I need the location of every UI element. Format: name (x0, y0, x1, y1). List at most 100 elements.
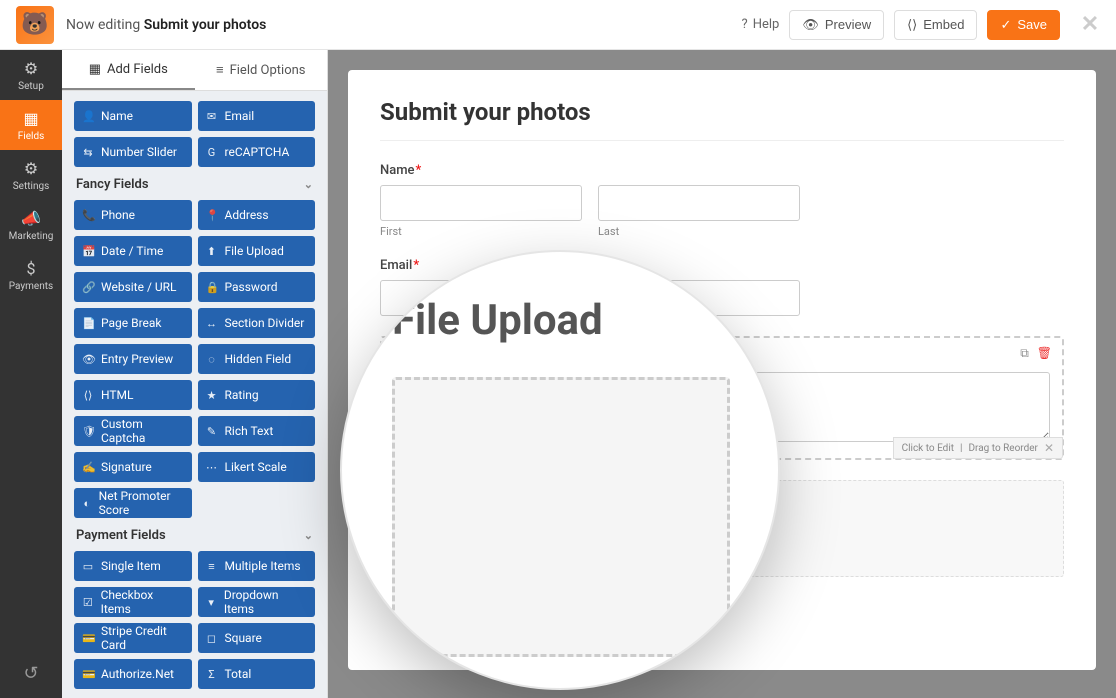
field-website-url[interactable]: 🔗Website / URL (74, 272, 192, 302)
chevron-down-icon: ⌄ (304, 178, 313, 191)
field-multiple-items[interactable]: ≡Multiple Items (198, 551, 316, 581)
section-payment[interactable]: Payment Fields⌄ (74, 518, 315, 551)
section-fancy[interactable]: Fancy Fields⌄ (74, 167, 315, 200)
field-recaptcha[interactable]: GreCAPTCHA (198, 137, 316, 167)
field-file-upload[interactable]: ⬆File Upload (198, 236, 316, 266)
item-icon: ▭ (82, 560, 94, 573)
pin-icon: 📍 (206, 209, 218, 222)
field-rich-text[interactable]: ✎Rich Text (198, 416, 316, 446)
nav-payments[interactable]: $ Payments (0, 250, 62, 300)
tab-add-fields[interactable]: ▦ Add Fields (62, 50, 195, 90)
field-authorize[interactable]: 💳Authorize.Net (74, 659, 192, 689)
square-icon: ◻ (206, 632, 218, 645)
nav-settings[interactable]: ⚙ Settings (0, 150, 62, 200)
lock-icon: 🔒 (206, 281, 218, 294)
field-number-slider[interactable]: ⇆Number Slider (74, 137, 192, 167)
nav-setup[interactable]: ⚙ Setup (0, 50, 62, 100)
field-square[interactable]: ◻Square (198, 623, 316, 653)
last-name-input[interactable] (598, 185, 800, 221)
mail-icon: ✉ (206, 110, 218, 123)
field-section-divider[interactable]: ↔Section Divider (198, 308, 316, 338)
total-icon: Σ (206, 668, 218, 681)
nav-fields[interactable]: ▦ Fields (0, 100, 62, 150)
field-page-break[interactable]: 📄Page Break (74, 308, 192, 338)
field-single-item[interactable]: ▭Single Item (74, 551, 192, 581)
list-icon: ≡ (206, 560, 218, 573)
eye-icon: 👁 (802, 17, 819, 33)
pen-icon: ✍ (82, 461, 94, 474)
sliders-icon: ≡ (216, 62, 224, 78)
gear-icon: ⚙ (24, 59, 38, 78)
upload-icon: ⬆ (206, 245, 218, 258)
card-icon: 💳 (82, 632, 94, 645)
sliders-icon: ⚙ (24, 159, 38, 178)
field-entry-preview[interactable]: 👁Entry Preview (74, 344, 192, 374)
field-custom-captcha[interactable]: 🛡Custom Captcha (74, 416, 192, 446)
hint-close-icon[interactable]: ✕ (1044, 441, 1054, 455)
nav-marketing[interactable]: 📣 Marketing (0, 200, 62, 250)
magnifier-title: File Upload (392, 296, 730, 345)
tab-field-options[interactable]: ≡ Field Options (195, 50, 328, 90)
field-block-name[interactable]: Name* First Last (380, 163, 1064, 238)
chevron-down-icon: ⌄ (304, 529, 313, 542)
nav-rail: ⚙ Setup ▦ Fields ⚙ Settings 📣 Marketing … (0, 50, 62, 698)
field-dropdown-items[interactable]: ▾Dropdown Items (198, 587, 316, 617)
field-signature[interactable]: ✍Signature (74, 452, 192, 482)
field-rating[interactable]: ★Rating (198, 380, 316, 410)
user-icon: 👤 (82, 110, 94, 123)
field-password[interactable]: 🔒Password (198, 272, 316, 302)
megaphone-icon: 📣 (21, 209, 41, 228)
field-stripe[interactable]: 💳Stripe Credit Card (74, 623, 192, 653)
check-icon: ✓ (1000, 17, 1011, 33)
card-icon: 💳 (82, 668, 94, 681)
embed-button[interactable]: ⟨⟩ Embed (894, 10, 977, 40)
grid-icon: ▦ (89, 62, 101, 77)
field-total[interactable]: ΣTotal (198, 659, 316, 689)
first-name-input[interactable] (380, 185, 582, 221)
grid-icon: ▦ (23, 109, 38, 128)
hidden-icon: ◌ (206, 353, 218, 366)
dollar-icon: $ (27, 259, 36, 278)
magnifier-overlay: File Upload (340, 250, 780, 690)
eye-icon: 👁 (82, 353, 94, 366)
edit-icon: ✎ (206, 425, 218, 438)
field-nps[interactable]: ◐Net Promoter Score (74, 488, 192, 518)
recaptcha-icon: G (206, 146, 218, 159)
link-icon: 🔗 (82, 281, 94, 294)
code-icon: ⟨⟩ (907, 17, 917, 33)
calendar-icon: 📅 (82, 245, 94, 258)
divider-icon: ↔ (206, 317, 218, 330)
form-title: Submit your photos (380, 98, 1064, 141)
field-phone[interactable]: 📞Phone (74, 200, 192, 230)
fields-sidebar: ▦ Add Fields ≡ Field Options 👤Name ✉Emai… (62, 50, 328, 698)
field-date-time[interactable]: 📅Date / Time (74, 236, 192, 266)
help-link[interactable]: ? Help (742, 17, 780, 32)
name-label: Name* (380, 163, 1064, 178)
top-header: 🐻 Now editing Submit your photos ? Help … (0, 0, 1116, 50)
star-icon: ★ (206, 389, 218, 402)
editing-label: Now editing Submit your photos (66, 17, 266, 33)
help-icon: ? (742, 17, 748, 32)
field-name[interactable]: 👤Name (74, 101, 192, 131)
code-icon: ⟨⟩ (82, 389, 94, 402)
field-email[interactable]: ✉Email (198, 101, 316, 131)
revisions-button[interactable]: ↺ (0, 648, 62, 698)
trash-icon[interactable]: 🗑 (1037, 346, 1052, 361)
magnifier-dropzone (392, 377, 730, 657)
edit-hint: Click to Edit|Drag to Reorder ✕ (893, 437, 1063, 459)
field-hidden[interactable]: ◌Hidden Field (198, 344, 316, 374)
close-button[interactable]: ✕ (1080, 15, 1100, 35)
save-button[interactable]: ✓ Save (987, 10, 1060, 40)
field-likert[interactable]: ⋯Likert Scale (198, 452, 316, 482)
field-html[interactable]: ⟨⟩HTML (74, 380, 192, 410)
app-logo: 🐻 (16, 6, 54, 44)
field-checkbox-items[interactable]: ☑Checkbox Items (74, 587, 192, 617)
preview-button[interactable]: 👁 Preview (789, 10, 884, 40)
duplicate-icon[interactable]: ⧉ (1020, 346, 1029, 361)
page-icon: 📄 (82, 317, 94, 330)
checkbox-icon: ☑ (82, 596, 94, 609)
field-address[interactable]: 📍Address (198, 200, 316, 230)
phone-icon: 📞 (82, 209, 94, 222)
first-sublabel: First (380, 225, 582, 238)
gauge-icon: ◐ (82, 497, 92, 510)
